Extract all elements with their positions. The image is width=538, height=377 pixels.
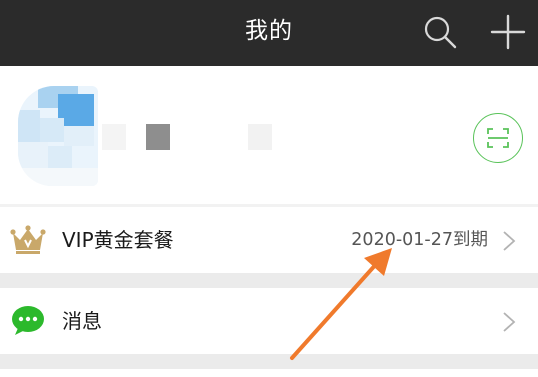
scan-icon (487, 128, 509, 148)
list-item-vip[interactable]: VIP黄金套餐 2020-01-27到期 (0, 207, 538, 273)
nickname-blur (102, 124, 126, 150)
list-item-messages[interactable]: 消息 (0, 288, 538, 354)
chevron-right-icon (503, 231, 516, 251)
search-button[interactable] (420, 12, 460, 52)
add-button[interactable] (488, 12, 528, 52)
chevron-right-icon (503, 312, 516, 332)
avatar-mosaic (64, 126, 94, 146)
nickname-blur (248, 124, 272, 150)
blurred-avatar[interactable] (18, 86, 98, 186)
top-bar: 我的 (0, 0, 538, 66)
profile-card[interactable] (0, 66, 538, 204)
list-item-next[interactable] (0, 369, 538, 377)
avatar-mosaic (48, 146, 72, 168)
crown-icon (10, 224, 46, 256)
plus-icon (490, 14, 526, 50)
avatar-mosaic (40, 118, 64, 142)
avatar-mosaic (18, 142, 48, 168)
profile-screen: 我的 VIP黄金套餐 2020-01-27到期 消息 (0, 0, 538, 377)
messages-label: 消息 (62, 309, 102, 333)
search-icon (424, 16, 457, 49)
vip-label: VIP黄金套餐 (62, 228, 174, 252)
avatar-mosaic (18, 110, 40, 142)
avatar-mosaic (18, 168, 98, 186)
vip-expiry: 2020-01-27到期 (351, 230, 488, 250)
scan-button[interactable] (473, 113, 523, 163)
nickname-blur (146, 124, 170, 150)
chat-bubble-icon (10, 305, 46, 337)
